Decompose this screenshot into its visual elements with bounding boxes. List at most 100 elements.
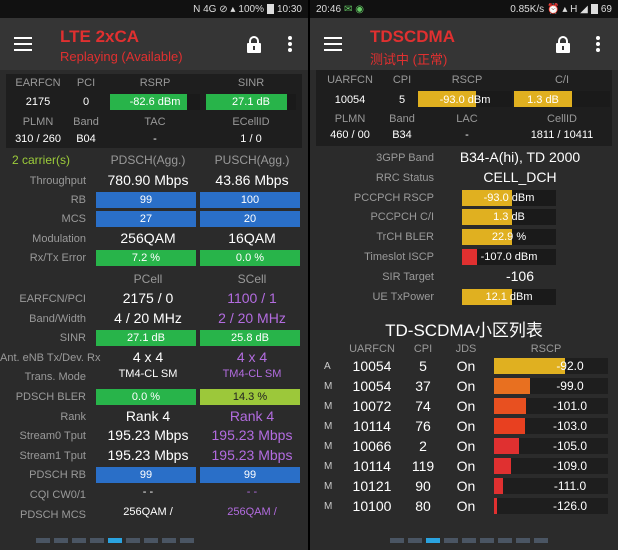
list-rscp: -105.0	[552, 439, 588, 453]
pcell-value: - -	[142, 486, 154, 498]
list-jds: On	[456, 458, 476, 474]
pcell-value: TM4-CL SM	[118, 368, 178, 380]
list-type: M	[324, 461, 333, 472]
page-dot[interactable]	[426, 538, 440, 543]
battery-icon	[266, 4, 274, 14]
list-header: JDS	[455, 343, 477, 355]
toolbar: TDSCDMA 测试中 (正常)	[310, 18, 618, 70]
page-dot[interactable]	[390, 538, 404, 543]
page-dot[interactable]	[498, 538, 512, 543]
ul-bar: 0.0 %	[200, 250, 300, 266]
list-cpi: 74	[415, 398, 431, 414]
row-label: Band/Width	[29, 313, 86, 325]
more-options-icon[interactable]	[288, 36, 292, 52]
pcell-value: Rank 4	[125, 408, 171, 424]
list-rscp: -111.0	[553, 479, 587, 493]
menu-icon[interactable]	[14, 37, 32, 51]
grid-header: CellID	[547, 113, 577, 125]
pcell-value: 195.23 Mbps	[107, 447, 189, 463]
page-dot[interactable]	[54, 538, 68, 543]
pcell-value: 2175 / 0	[122, 290, 174, 306]
page-dot[interactable]	[180, 538, 194, 543]
rscp-bar	[494, 438, 519, 454]
page-dot[interactable]	[462, 538, 476, 543]
status-icons: N 4G ⊘ ▴	[193, 3, 236, 15]
list-cpi: 119	[411, 458, 435, 474]
pdsch-agg-header: PDSCH(Agg.)	[110, 153, 186, 167]
page-dot[interactable]	[90, 538, 104, 543]
info-value: -93.0 dBm	[483, 192, 535, 204]
grid-value: 1 / 0	[240, 133, 262, 145]
list-uarfcn: 10114	[353, 458, 391, 474]
list-type: M	[324, 421, 333, 432]
rscp-bar	[494, 398, 526, 414]
scell-value: 195.23 Mbps	[211, 447, 293, 463]
scell-value: 2 / 20 MHz	[218, 310, 286, 326]
signal-icons: ⏰ ▴ H ◢	[547, 3, 588, 15]
grid-header: Band	[389, 113, 415, 125]
pcell-value: 4 / 20 MHz	[114, 310, 182, 326]
list-uarfcn: 10114	[353, 418, 391, 434]
page-dot[interactable]	[126, 538, 140, 543]
row-label: Modulation	[32, 233, 86, 245]
lock-icon[interactable]	[247, 36, 261, 53]
clock: 20:46	[316, 3, 342, 15]
grid-header: C/I	[554, 74, 570, 86]
lock-icon[interactable]	[556, 36, 570, 53]
menu-icon[interactable]	[324, 37, 342, 51]
page-dot[interactable]	[144, 538, 158, 543]
list-uarfcn: 10054	[352, 378, 392, 394]
grid-header: RSRP	[139, 77, 171, 89]
page-dot[interactable]	[444, 538, 458, 543]
pcell-bar: 99	[96, 467, 196, 483]
scell-bar: 99	[200, 467, 300, 483]
scell-value: TM4-CL SM	[222, 368, 282, 380]
row-label: Ant. eNB Tx/Dev. Rx	[0, 352, 101, 364]
page-dot[interactable]	[534, 538, 548, 543]
more-options-icon[interactable]	[596, 36, 600, 52]
list-type: M	[324, 501, 333, 512]
list-cpi: 76	[415, 418, 431, 434]
ul-value: 43.86 Mbps	[215, 172, 289, 188]
page-indicator[interactable]	[390, 538, 548, 543]
lte-panel: N 4G ⊘ ▴ 100% 10:30 LTE 2xCA Replaying (…	[0, 0, 308, 550]
pusch-agg-header: PUSCH(Agg.)	[214, 153, 290, 167]
row-label: Rx/Tx Error	[29, 252, 86, 264]
grid-header: PCI	[76, 77, 96, 89]
cell-list-title: TD-SCDMA小区列表	[385, 321, 543, 340]
list-rscp: -92.0	[556, 359, 584, 373]
scell-value: 4 x 4	[236, 349, 268, 365]
row-label: MCS	[61, 213, 86, 225]
info-label: Timeslot ISCP	[364, 251, 434, 263]
list-uarfcn: 10066	[352, 438, 392, 454]
page-dot[interactable]	[72, 538, 86, 543]
pcell-value: 195.23 Mbps	[107, 427, 189, 443]
row-label: PDSCH MCS	[19, 509, 86, 521]
battery-level: 100%	[238, 3, 264, 15]
page-dot[interactable]	[408, 538, 422, 543]
list-rscp: -126.0	[552, 499, 588, 513]
page-dot[interactable]	[480, 538, 494, 543]
notification-icons: ✉ ◉	[344, 3, 364, 15]
grid-value: -	[465, 129, 469, 141]
scell-value: 1100 / 1	[227, 290, 277, 306]
page-dot[interactable]	[516, 538, 530, 543]
row-label: Stream0 Tput	[19, 430, 86, 442]
page-dot[interactable]	[108, 538, 122, 543]
page-dot[interactable]	[36, 538, 50, 543]
grid-header: PLMN	[22, 116, 54, 128]
grid-header: EARFCN	[15, 77, 61, 89]
grid-value: 310 / 260	[15, 133, 61, 145]
page-dot[interactable]	[162, 538, 176, 543]
ul-bar: 20	[200, 211, 300, 227]
list-jds: On	[456, 378, 476, 394]
scell-bar: 14.3 %	[200, 389, 300, 405]
grid-value: B04	[76, 133, 96, 145]
info-label: UE TxPower	[372, 291, 434, 303]
grid-header: RSCP	[451, 74, 483, 86]
info-value: B34-A(hi), TD 2000	[459, 149, 581, 165]
list-type: M	[324, 401, 333, 412]
list-jds: On	[456, 418, 476, 434]
page-indicator[interactable]	[36, 538, 194, 543]
info-value: -107.0 dBm	[480, 251, 538, 263]
